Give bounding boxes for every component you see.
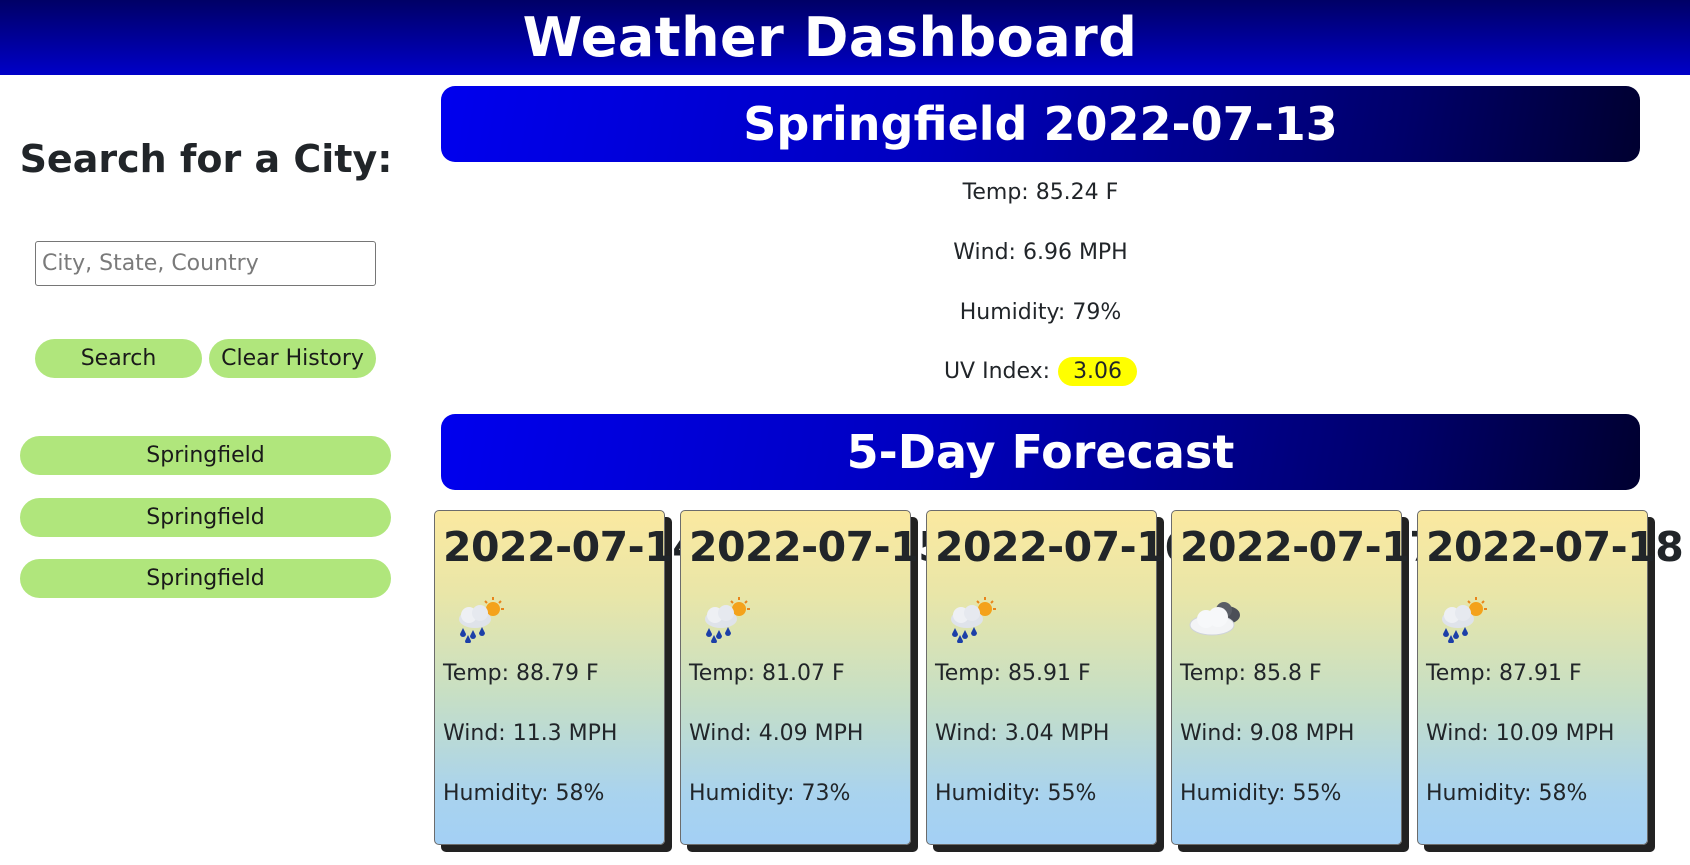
current-uv: UV Index: 3.06: [441, 357, 1640, 386]
rain-sun-icon: [951, 597, 996, 643]
forecast-temp: Temp: 88.79 F: [443, 661, 599, 686]
forecast-humidity: Humidity: 55%: [935, 781, 1097, 806]
forecast-date: 2022-07-15: [689, 523, 947, 571]
current-wind: Wind: 6.96 MPH: [953, 240, 1128, 265]
history-button[interactable]: Springfield: [20, 559, 391, 598]
search-button[interactable]: Search: [35, 339, 202, 378]
history-button[interactable]: Springfield: [20, 436, 391, 475]
current-weather-title: Springfield 2022-07-13: [441, 86, 1640, 162]
forecast-card: 2022-07-17 Temp: 85.8 F Wind: 9.08 MPH H…: [1171, 510, 1438, 845]
rain-sun-icon: [459, 597, 504, 643]
forecast-card: 2022-07-15 Temp: 81.07 F Wind: 4.09 MPH …: [680, 510, 947, 845]
search-title: Search for a City:: [19, 137, 393, 181]
forecast-card: 2022-07-16 Temp: 85.91 F Wind: 3.04 MPH …: [926, 510, 1193, 845]
forecast-wind: Wind: 9.08 MPH: [1180, 721, 1355, 746]
forecast-temp: Temp: 81.07 F: [689, 661, 845, 686]
history-button[interactable]: Springfield: [20, 498, 391, 537]
page-title: Weather Dashboard: [522, 6, 1138, 69]
forecast-humidity: Humidity: 55%: [1180, 781, 1342, 806]
forecast-date: 2022-07-18: [1426, 523, 1684, 571]
forecast-date: 2022-07-14: [443, 523, 701, 571]
forecast-temp: Temp: 85.91 F: [935, 661, 1091, 686]
sidebar: Search for a City: Search Clear History …: [0, 75, 420, 865]
clear-history-button[interactable]: Clear History: [209, 339, 376, 378]
uv-label: UV Index:: [943, 359, 1051, 384]
cloud-icon: [1189, 602, 1240, 636]
rain-sun-icon: [705, 597, 750, 643]
forecast-humidity: Humidity: 58%: [443, 781, 605, 806]
current-humidity: Humidity: 79%: [959, 300, 1122, 325]
forecast-humidity: Humidity: 58%: [1426, 781, 1588, 806]
forecast-wind: Wind: 4.09 MPH: [689, 721, 864, 746]
forecast-card: 2022-07-18 Temp: 87.91 F Wind: 10.09 MPH…: [1417, 510, 1684, 845]
forecast-temp: Temp: 87.91 F: [1426, 661, 1582, 686]
forecast-wind: Wind: 10.09 MPH: [1426, 721, 1615, 746]
forecast-date: 2022-07-17: [1180, 523, 1438, 571]
current-temp: Temp: 85.24 F: [962, 180, 1119, 205]
forecast-title: 5-Day Forecast: [441, 414, 1640, 490]
rain-sun-icon: [1442, 597, 1487, 643]
page-header: Weather Dashboard: [0, 0, 1690, 75]
forecast-humidity: Humidity: 73%: [689, 781, 851, 806]
forecast-temp: Temp: 85.8 F: [1180, 661, 1322, 686]
forecast-wind: Wind: 11.3 MPH: [443, 721, 618, 746]
forecast-date: 2022-07-16: [935, 523, 1193, 571]
city-search-input[interactable]: [35, 241, 376, 286]
forecast-card: 2022-07-14 Temp: 88.79 F Wind: 11.3 MPH …: [434, 510, 701, 845]
forecast-wind: Wind: 3.04 MPH: [935, 721, 1110, 746]
uv-index-badge: 3.06: [1058, 357, 1138, 386]
